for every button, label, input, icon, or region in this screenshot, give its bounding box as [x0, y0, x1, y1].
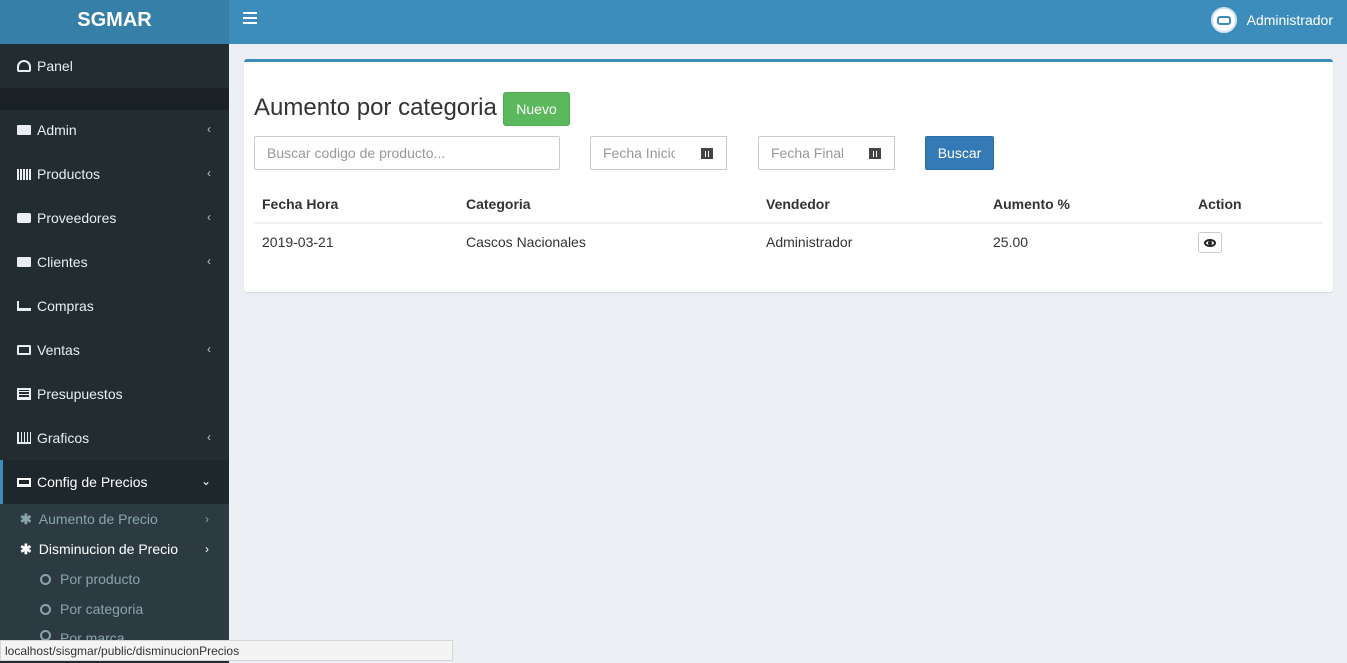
- sidebar-item-admin[interactable]: Admin ‹: [0, 108, 229, 152]
- sidebar-item-label: Clientes: [37, 254, 88, 270]
- cell-aumento: 25.00: [993, 234, 1029, 250]
- brand-logo[interactable]: SGMAR: [0, 0, 229, 44]
- submenu-item-label: Disminucion de Precio: [38, 541, 179, 557]
- submenu-item-disminucion[interactable]: ✱ Disminucion de Precio ›: [0, 534, 229, 564]
- end-date-calendar-button[interactable]: [855, 136, 895, 170]
- sidebar-item-ventas[interactable]: Ventas ‹: [0, 328, 229, 372]
- chevron-down-icon: ⌄: [200, 474, 211, 488]
- folder-icon: [17, 125, 31, 135]
- top-navbar: Administrador: [229, 0, 1347, 44]
- submenu-item-label: Por producto: [60, 571, 141, 587]
- submenu-item-por-categoria[interactable]: Por categoria: [0, 594, 229, 624]
- chevron-right-icon: ›: [205, 542, 209, 556]
- eye-icon: [1204, 238, 1216, 247]
- new-button[interactable]: Nuevo: [503, 92, 570, 126]
- browser-status-url: localhost/sisgmar/public/disminucionPrec…: [0, 640, 453, 661]
- sidebar-item-label: Admin: [37, 122, 77, 138]
- money-icon: [17, 345, 31, 355]
- avatar: [1210, 7, 1237, 33]
- chevron-left-icon: ‹: [207, 254, 211, 268]
- column-header-fecha-hora: Fecha Hora: [262, 196, 339, 212]
- view-button[interactable]: [1198, 232, 1222, 253]
- sidebar-item-label: Proveedores: [37, 210, 117, 226]
- chevron-left-icon: ‹: [207, 166, 211, 180]
- calculator-icon: [17, 388, 31, 400]
- chevron-left-icon: ‹: [207, 430, 211, 444]
- chevron-right-icon: ›: [205, 512, 209, 526]
- sidebar-item-label: Ventas: [37, 342, 80, 358]
- cell-categoria: Cascos Nacionales: [466, 234, 586, 250]
- start-date-calendar-button[interactable]: [687, 136, 727, 170]
- sidebar-item-label: Compras: [37, 298, 94, 314]
- asterisk-icon: ✱: [20, 540, 32, 557]
- content-box: Aumento por categoria Nuevo Buscar Fecha…: [244, 59, 1333, 292]
- user-menu[interactable]: Administrador: [1210, 7, 1333, 33]
- sidebar-separator: [0, 88, 229, 110]
- user-name: Administrador: [1246, 12, 1333, 28]
- bar-chart-icon: [17, 432, 31, 444]
- cell-fecha-hora: 2019-03-21: [262, 234, 334, 250]
- column-header-categoria: Categoria: [466, 196, 531, 212]
- column-header-vendedor: Vendedor: [766, 196, 830, 212]
- submenu-item-label: Aumento de Precio: [38, 511, 158, 527]
- chevron-left-icon: ‹: [207, 210, 211, 224]
- start-date-field[interactable]: [590, 136, 688, 170]
- page-title: Aumento por categoria: [254, 94, 497, 121]
- folder-icon: [17, 257, 31, 267]
- sidebar-item-compras[interactable]: Compras: [0, 284, 229, 328]
- sidebar-item-proveedores[interactable]: Proveedores ‹: [0, 196, 229, 240]
- submenu-item-label: Por categoria: [60, 601, 144, 617]
- dashboard-icon: [17, 60, 31, 72]
- sidebar-item-config-precios[interactable]: Config de Precios ⌄: [0, 460, 229, 504]
- sidebar: Panel Admin ‹ Productos ‹ Proveedores ‹ …: [0, 44, 229, 663]
- circle-icon: [40, 603, 51, 615]
- sidebar-item-label: Graficos: [37, 430, 90, 446]
- cart-icon: [17, 301, 31, 311]
- end-date-field[interactable]: [758, 136, 856, 170]
- sidebar-item-label: Presupuestos: [37, 386, 123, 402]
- search-input[interactable]: [254, 136, 560, 170]
- sidebar-item-label: Config de Precios: [37, 474, 148, 490]
- chevron-left-icon: ‹: [207, 342, 211, 356]
- circle-icon: [40, 573, 51, 585]
- truck-icon: [17, 213, 31, 223]
- sidebar-item-graficos[interactable]: Graficos ‹: [0, 416, 229, 460]
- calendar-icon: [700, 147, 713, 159]
- sidebar-item-label: Productos: [37, 166, 101, 182]
- sidebar-item-productos[interactable]: Productos ‹: [0, 152, 229, 196]
- asterisk-icon: ✱: [20, 510, 32, 527]
- search-button[interactable]: Buscar: [925, 136, 994, 170]
- calendar-icon: [868, 147, 881, 159]
- sidebar-item-panel[interactable]: Panel: [0, 44, 229, 88]
- sidebar-item-label: Panel: [37, 58, 73, 74]
- cell-vendedor: Administrador: [766, 234, 853, 250]
- column-header-action: Action: [1198, 196, 1242, 212]
- sidebar-item-clientes[interactable]: Clientes ‹: [0, 240, 229, 284]
- barcode-icon: [17, 168, 31, 180]
- menu-toggle-icon[interactable]: [243, 12, 257, 27]
- laptop-icon: [17, 477, 31, 487]
- table-header-divider: [254, 222, 1323, 224]
- column-header-aumento: Aumento %: [993, 196, 1070, 212]
- submenu-item-por-producto[interactable]: Por producto: [0, 564, 229, 594]
- chevron-left-icon: ‹: [207, 122, 211, 136]
- config-precios-submenu: ✱ Aumento de Precio › ✱ Disminucion de P…: [0, 504, 229, 644]
- sidebar-item-presupuestos[interactable]: Presupuestos: [0, 372, 229, 416]
- submenu-item-aumento[interactable]: ✱ Aumento de Precio ›: [0, 504, 229, 534]
